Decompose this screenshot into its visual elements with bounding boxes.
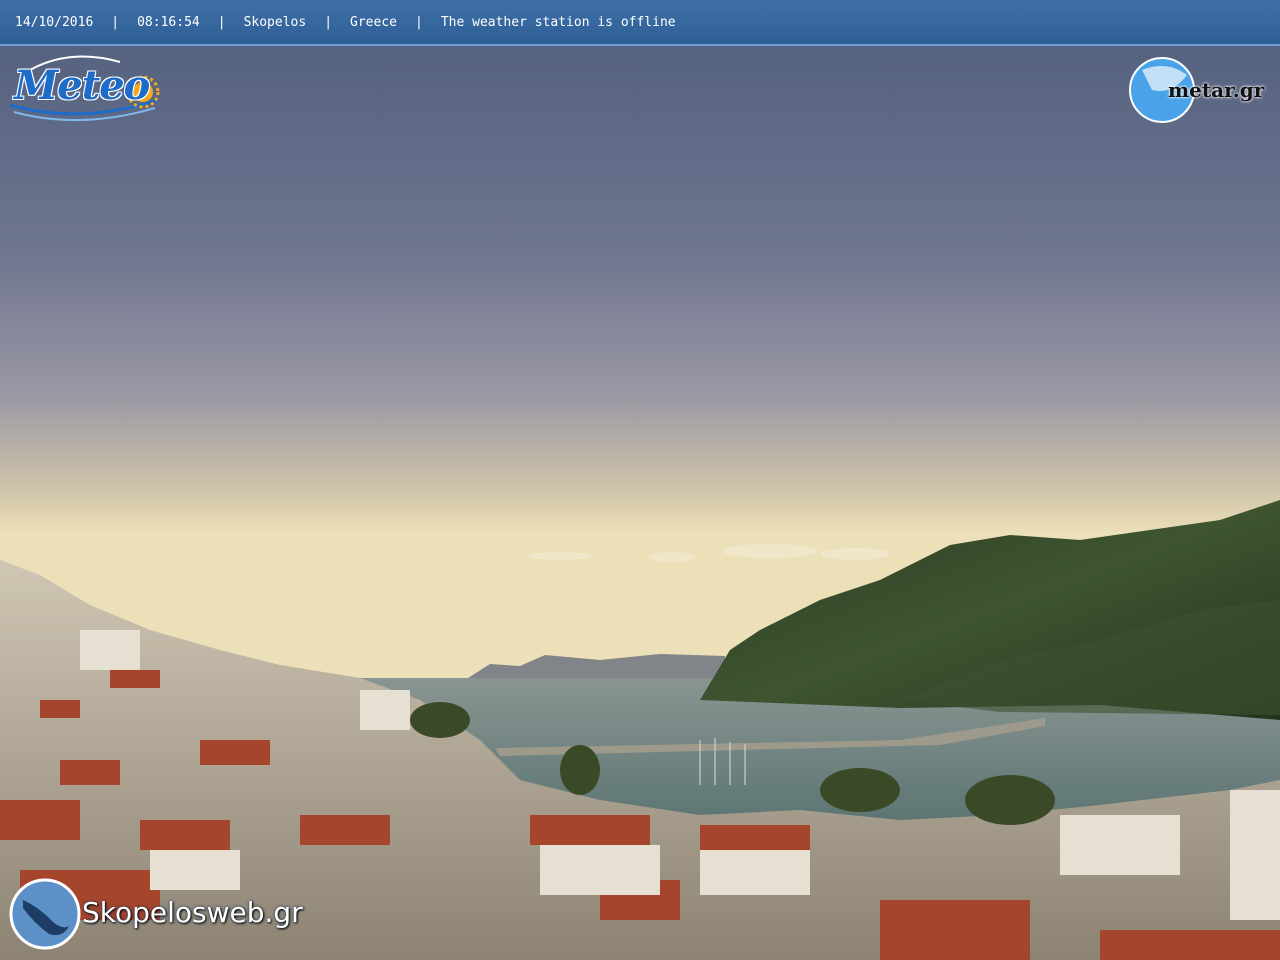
separator: | bbox=[217, 14, 226, 30]
station-status-text: The weather station is offline bbox=[440, 14, 676, 30]
location-text: Skopelos bbox=[243, 14, 307, 30]
skopelosweb-logo: Skopelosweb.gr bbox=[82, 896, 303, 929]
metar-logo: metar.gr bbox=[1168, 78, 1265, 102]
separator: | bbox=[111, 14, 120, 30]
time-text: 08:16:54 bbox=[137, 14, 200, 30]
island-icon bbox=[9, 878, 81, 950]
webcam-scene bbox=[0, 0, 1280, 960]
meteo-logo: Meteo bbox=[14, 62, 150, 109]
separator: | bbox=[414, 14, 423, 30]
country-text: Greece bbox=[350, 14, 397, 30]
date-text: 14/10/2016 bbox=[15, 14, 94, 30]
status-bar: 14/10/2016 | 08:16:54 | Skopelos | Greece | The … bbox=[0, 0, 1280, 46]
separator: | bbox=[324, 14, 333, 30]
